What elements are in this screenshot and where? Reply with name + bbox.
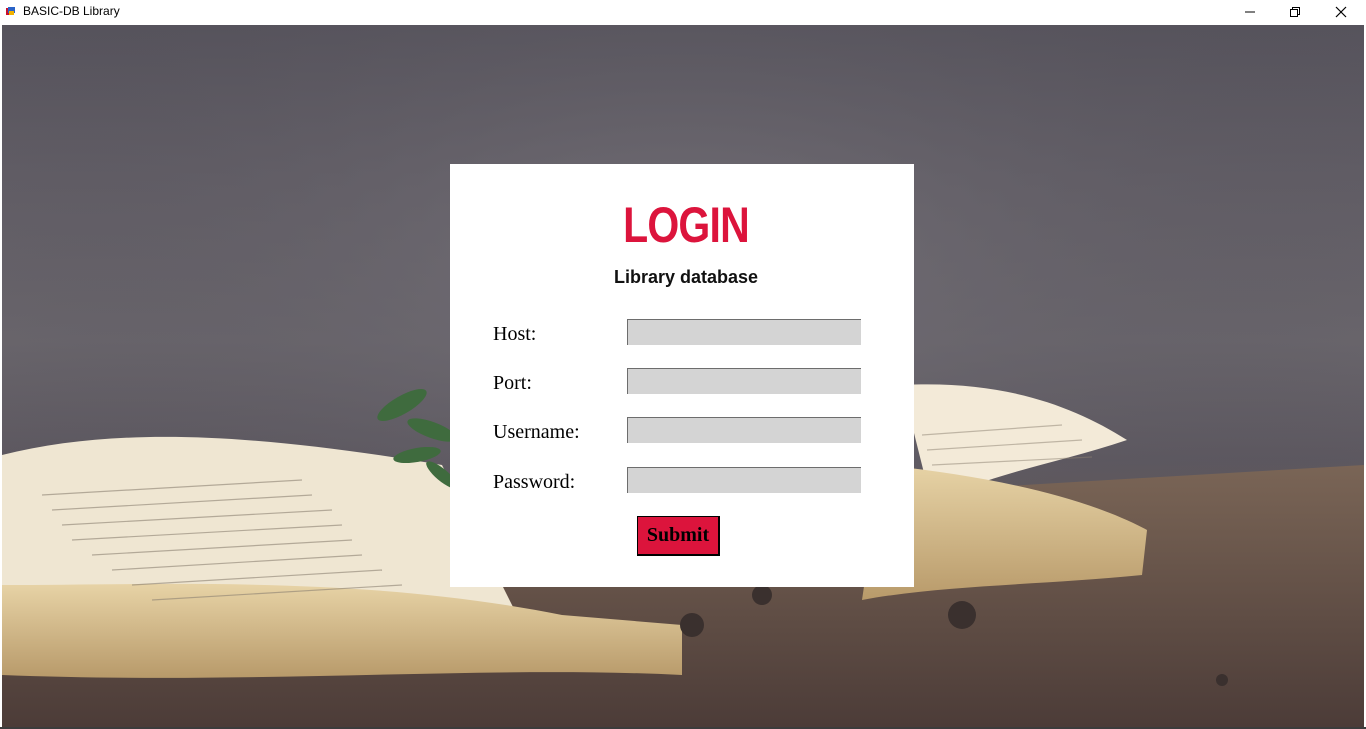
window-titlebar: BASIC-DB Library xyxy=(0,0,1366,24)
host-label: Host: xyxy=(493,323,537,345)
port-input[interactable] xyxy=(627,368,861,394)
minimize-icon xyxy=(1245,11,1255,13)
password-input[interactable] xyxy=(627,467,861,493)
host-input[interactable] xyxy=(627,319,861,345)
restore-icon xyxy=(1290,7,1300,17)
login-subtitle: Library database xyxy=(613,267,759,287)
password-label: Password: xyxy=(493,471,576,493)
username-input[interactable] xyxy=(627,417,861,443)
login-title: LOGIN xyxy=(623,197,750,253)
submit-button[interactable]: Submit xyxy=(637,516,720,556)
app-icon xyxy=(6,7,15,15)
background-image: LOGIN Library database Host: Port: Usern… xyxy=(2,25,1364,727)
close-icon xyxy=(1335,6,1347,18)
maximize-button[interactable] xyxy=(1272,0,1318,24)
port-label: Port: xyxy=(493,372,532,394)
close-button[interactable] xyxy=(1318,0,1364,24)
minimize-button[interactable] xyxy=(1227,0,1273,24)
username-label: Username: xyxy=(493,421,580,443)
window-title: BASIC-DB Library xyxy=(23,4,120,18)
login-panel: LOGIN Library database Host: Port: Usern… xyxy=(450,164,914,587)
